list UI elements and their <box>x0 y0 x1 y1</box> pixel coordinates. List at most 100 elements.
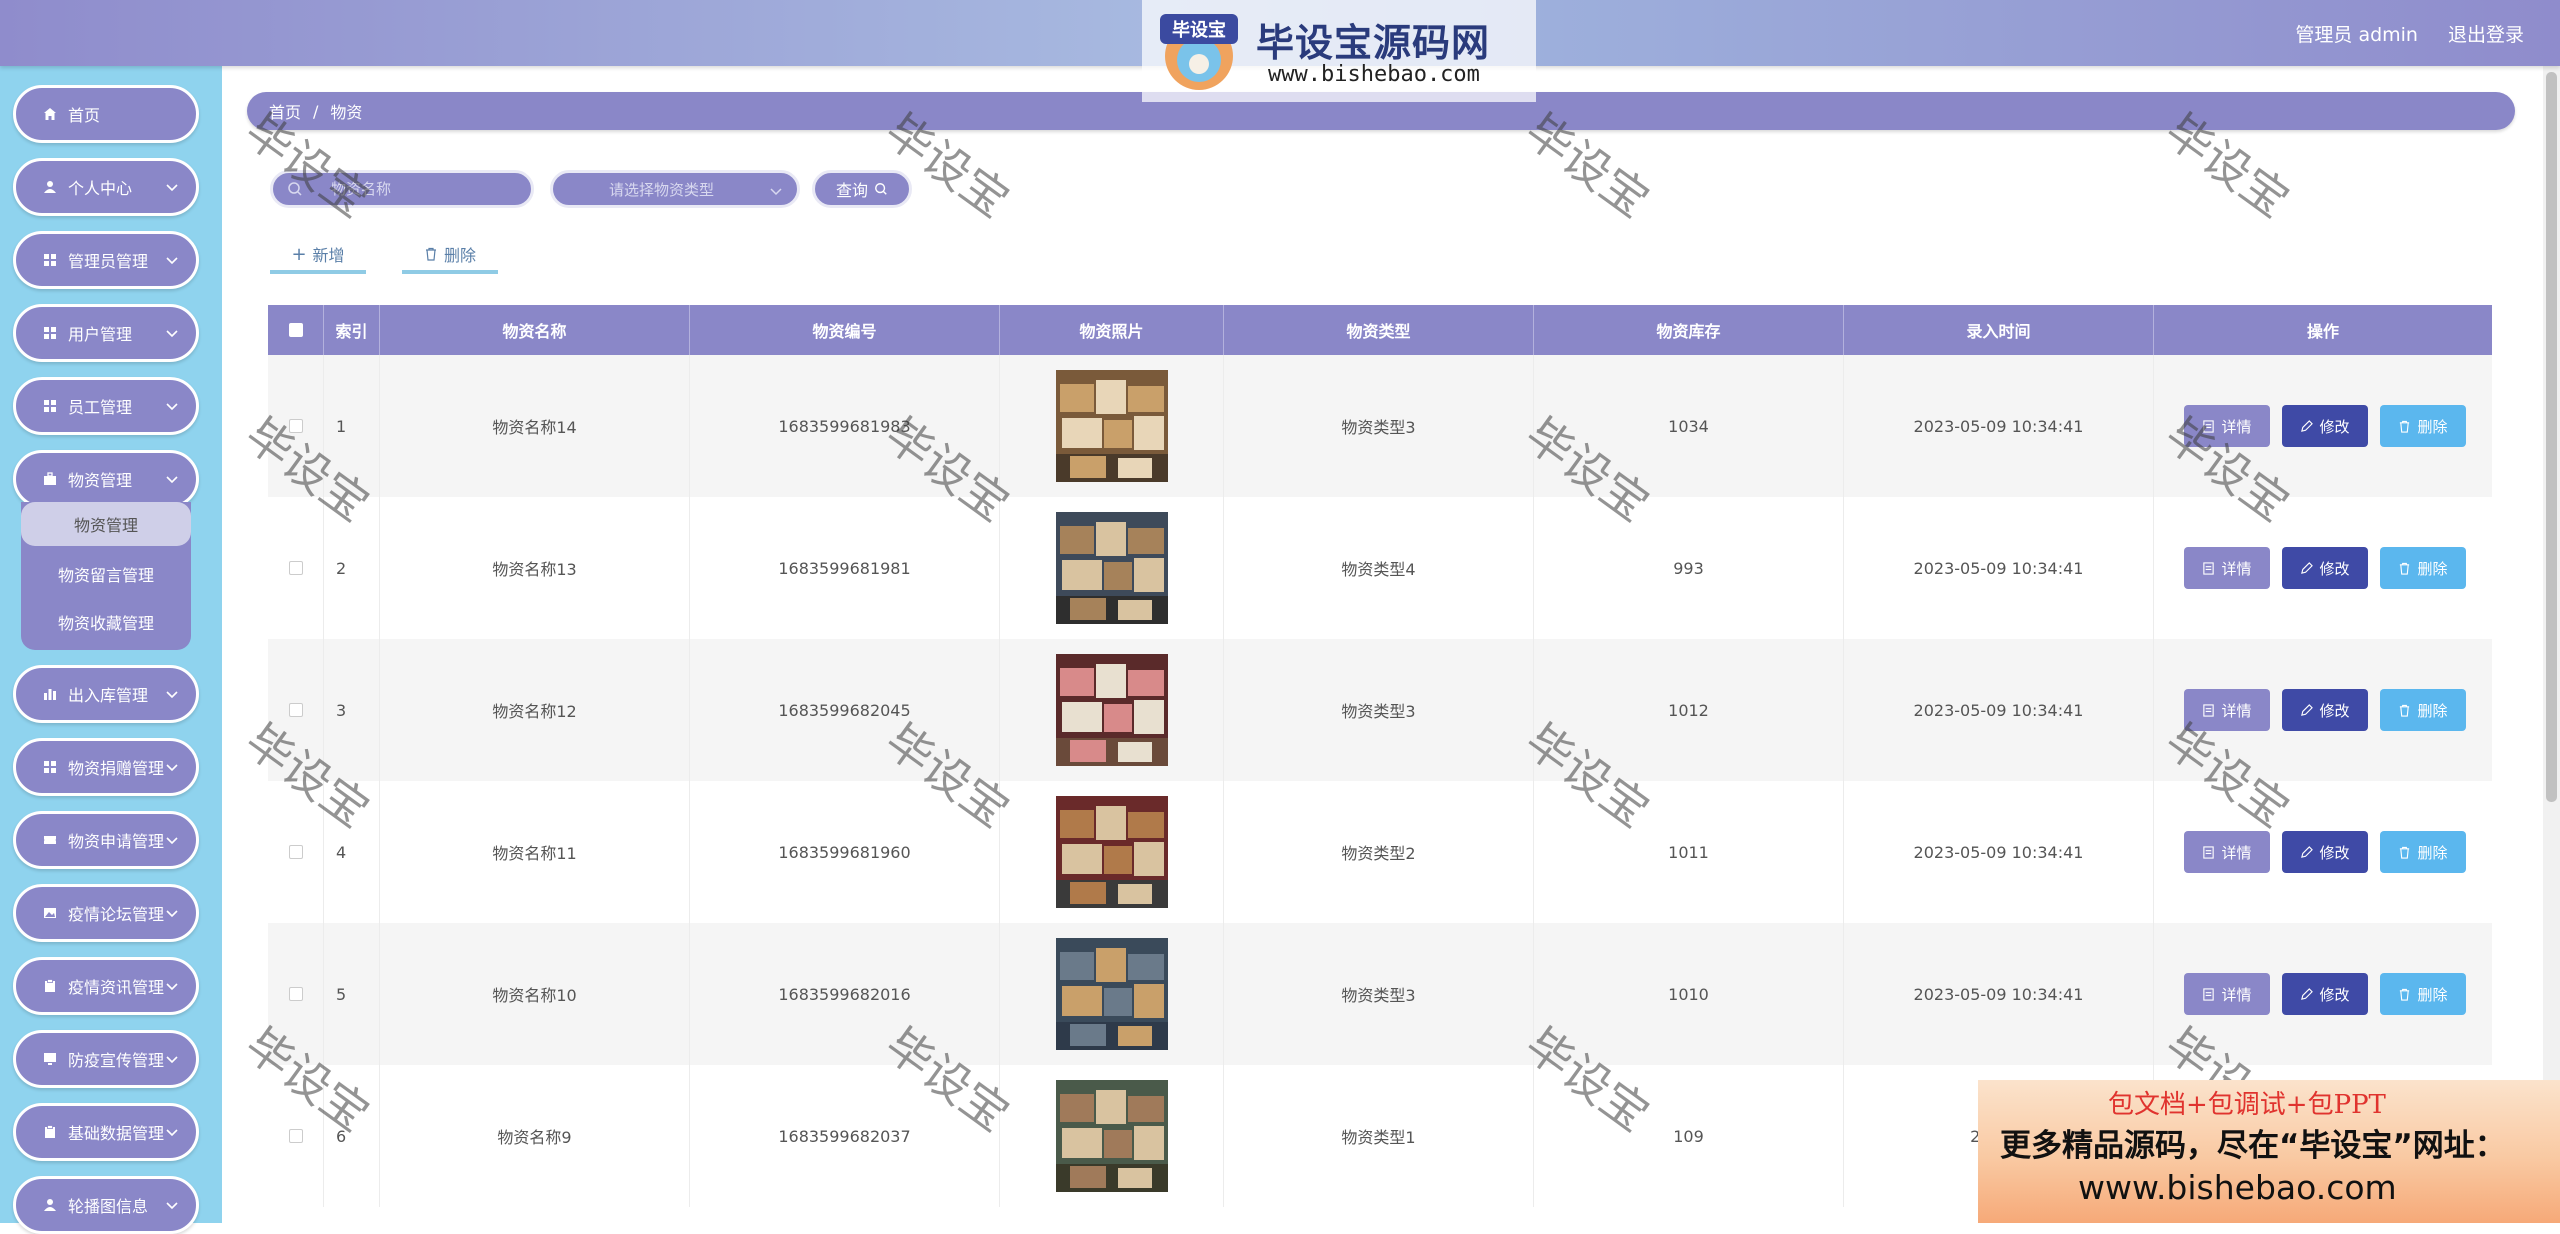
delete-button-label: 删除 <box>2417 985 2448 1004</box>
supply-name-input[interactable] <box>329 179 513 199</box>
sidebar-item-inout-management[interactable]: 出入库管理 <box>13 665 199 723</box>
sidebar-item-basic-data-management[interactable]: 基础数据管理 <box>13 1103 199 1161</box>
pencil-icon <box>2301 419 2314 432</box>
supply-type-select[interactable]: 请选择物资类型 <box>550 170 800 208</box>
chevron-down-icon <box>166 1202 178 1210</box>
supply-photo-image[interactable] <box>1055 512 1168 624</box>
main-content: 首页 / 物资 请选择物资类型 查询 + 新增 删除 索引 物资名称 物资编号 … <box>222 66 2560 1223</box>
submenu-item-supplies[interactable]: 物资管理 <box>21 502 191 546</box>
search-icon <box>288 182 302 196</box>
delete-button-label: 删除 <box>2417 701 2448 720</box>
cell-actions: 详情 修改 删除 <box>2154 639 2492 781</box>
cell-index: 5 <box>324 923 380 1065</box>
logout-link[interactable]: 退出登录 <box>2448 20 2524 47</box>
scrollbar-thumb[interactable] <box>2546 72 2557 802</box>
cell-supply-type: 物资类型3 <box>1224 639 1534 781</box>
supply-photo-image[interactable] <box>1055 370 1168 482</box>
row-select-cell <box>268 639 324 781</box>
mascot-logo-icon: 毕设宝 <box>1160 14 1238 90</box>
cell-supply-stock: 1010 <box>1534 923 1844 1065</box>
edit-button[interactable]: 修改 <box>2282 831 2368 873</box>
cell-entry-time: 2023-05-09 10:34:41 <box>1844 497 2154 639</box>
sidebar-item-news-management[interactable]: 疫情资讯管理 <box>13 957 199 1015</box>
detail-button[interactable]: 详情 <box>2184 973 2270 1015</box>
promo-line-3: www.bishebao.com <box>2078 1168 2397 1207</box>
edit-button[interactable]: 修改 <box>2282 973 2368 1015</box>
edit-button[interactable]: 修改 <box>2282 689 2368 731</box>
sidebar-item-carousel-info[interactable]: 轮播图信息 <box>13 1176 199 1234</box>
sidebar-item-application-management[interactable]: 物资申请管理 <box>13 811 199 869</box>
table-header: 索引 物资名称 物资编号 物资照片 物资类型 物资库存 录入时间 操作 <box>268 305 2492 355</box>
sidebar-item-publicity-management[interactable]: 防疫宣传管理 <box>13 1030 199 1088</box>
delete-button[interactable]: 删除 <box>2380 973 2466 1015</box>
table-row: 5 物资名称10 1683599682016 物资类型3 1010 2023-0… <box>268 923 2492 1065</box>
delete-button-label: 删除 <box>2417 417 2448 436</box>
detail-button[interactable]: 详情 <box>2184 405 2270 447</box>
submenu-item-supplies-favorites[interactable]: 物资收藏管理 <box>21 600 191 644</box>
sidebar-item-home[interactable]: 首页 <box>13 85 199 143</box>
chevron-down-icon <box>166 476 178 484</box>
row-checkbox[interactable] <box>288 419 303 433</box>
delete-button[interactable]: 删除 <box>2380 547 2466 589</box>
column-header: 录入时间 <box>1844 305 2154 355</box>
document-icon <box>2203 845 2215 859</box>
supply-photo-image[interactable] <box>1055 796 1168 908</box>
detail-button[interactable]: 详情 <box>2184 831 2270 873</box>
grid-icon <box>42 398 58 414</box>
supply-photo-image[interactable] <box>1055 654 1168 766</box>
edit-button[interactable]: 修改 <box>2282 405 2368 447</box>
row-checkbox[interactable] <box>288 1129 303 1143</box>
row-checkbox[interactable] <box>288 987 303 1001</box>
delete-button[interactable]: 删除 <box>2380 405 2466 447</box>
row-checkbox[interactable] <box>288 561 303 575</box>
breadcrumb-home[interactable]: 首页 <box>269 99 301 123</box>
edit-button[interactable]: 修改 <box>2282 547 2368 589</box>
query-button[interactable]: 查询 <box>812 170 912 208</box>
supply-photo-image[interactable] <box>1055 1080 1168 1192</box>
sidebar-item-label: 疫情资讯管理 <box>68 978 165 997</box>
row-select-cell <box>268 781 324 923</box>
cell-entry-time: 2023-05-09 10:34:41 <box>1844 781 2154 923</box>
pencil-icon <box>2301 845 2314 858</box>
user-area: 管理员 admin 退出登录 <box>2295 20 2524 47</box>
bulk-delete-button[interactable]: 删除 <box>402 238 498 274</box>
table-row: 3 物资名称12 1683599682045 物资类型3 1012 2023-0… <box>268 639 2492 781</box>
delete-button-label: 删除 <box>2417 559 2448 578</box>
sidebar-item-supplies-management[interactable]: 物资管理 <box>13 450 199 508</box>
admin-user-label[interactable]: 管理员 admin <box>2295 20 2418 47</box>
sidebar-item-admin-management[interactable]: 管理员管理 <box>13 231 199 289</box>
supply-photo-image[interactable] <box>1055 938 1168 1050</box>
user-icon <box>42 1197 58 1213</box>
promo-banner[interactable]: 包文档+包调试+包PPT 更多精品源码，尽在“毕设宝”网址： www.bishe… <box>1978 1080 2560 1223</box>
sidebar-item-label: 基础数据管理 <box>68 1124 165 1143</box>
sidebar-item-donation-management[interactable]: 物资捐赠管理 <box>13 738 199 796</box>
add-button[interactable]: + 新增 <box>270 238 366 274</box>
detail-button-label: 详情 <box>2221 985 2252 1004</box>
submenu-item-supplies-messages[interactable]: 物资留言管理 <box>21 552 191 596</box>
column-header: 操作 <box>2306 322 2339 341</box>
sidebar-item-label: 疫情论坛管理 <box>68 905 165 924</box>
site-logo: 毕设宝 毕设宝源码网 www.bishebao.com <box>1142 0 1536 102</box>
sidebar-item-staff-management[interactable]: 员工管理 <box>13 377 199 435</box>
supply-name-search[interactable] <box>270 170 534 208</box>
row-select-cell <box>268 923 324 1065</box>
row-checkbox[interactable] <box>288 703 303 717</box>
cell-index: 1 <box>324 355 380 497</box>
detail-button-label: 详情 <box>2221 701 2252 720</box>
row-checkbox[interactable] <box>288 845 303 859</box>
sidebar-item-personal-center[interactable]: 个人中心 <box>13 158 199 216</box>
edit-button-label: 修改 <box>2319 985 2350 1004</box>
column-header: 索引 <box>324 305 380 355</box>
cell-supply-code: 1683599682045 <box>690 639 1000 781</box>
detail-button[interactable]: 详情 <box>2184 689 2270 731</box>
delete-button[interactable]: 删除 <box>2380 689 2466 731</box>
chevron-down-icon <box>166 257 178 265</box>
sidebar-item-user-management[interactable]: 用户管理 <box>13 304 199 362</box>
sidebar-item-forum-management[interactable]: 疫情论坛管理 <box>13 884 199 942</box>
detail-button[interactable]: 详情 <box>2184 547 2270 589</box>
edit-button-label: 修改 <box>2319 843 2350 862</box>
select-all-checkbox[interactable] <box>288 323 303 337</box>
delete-button[interactable]: 删除 <box>2380 831 2466 873</box>
search-icon <box>875 183 887 195</box>
cell-supply-type: 物资类型3 <box>1224 355 1534 497</box>
